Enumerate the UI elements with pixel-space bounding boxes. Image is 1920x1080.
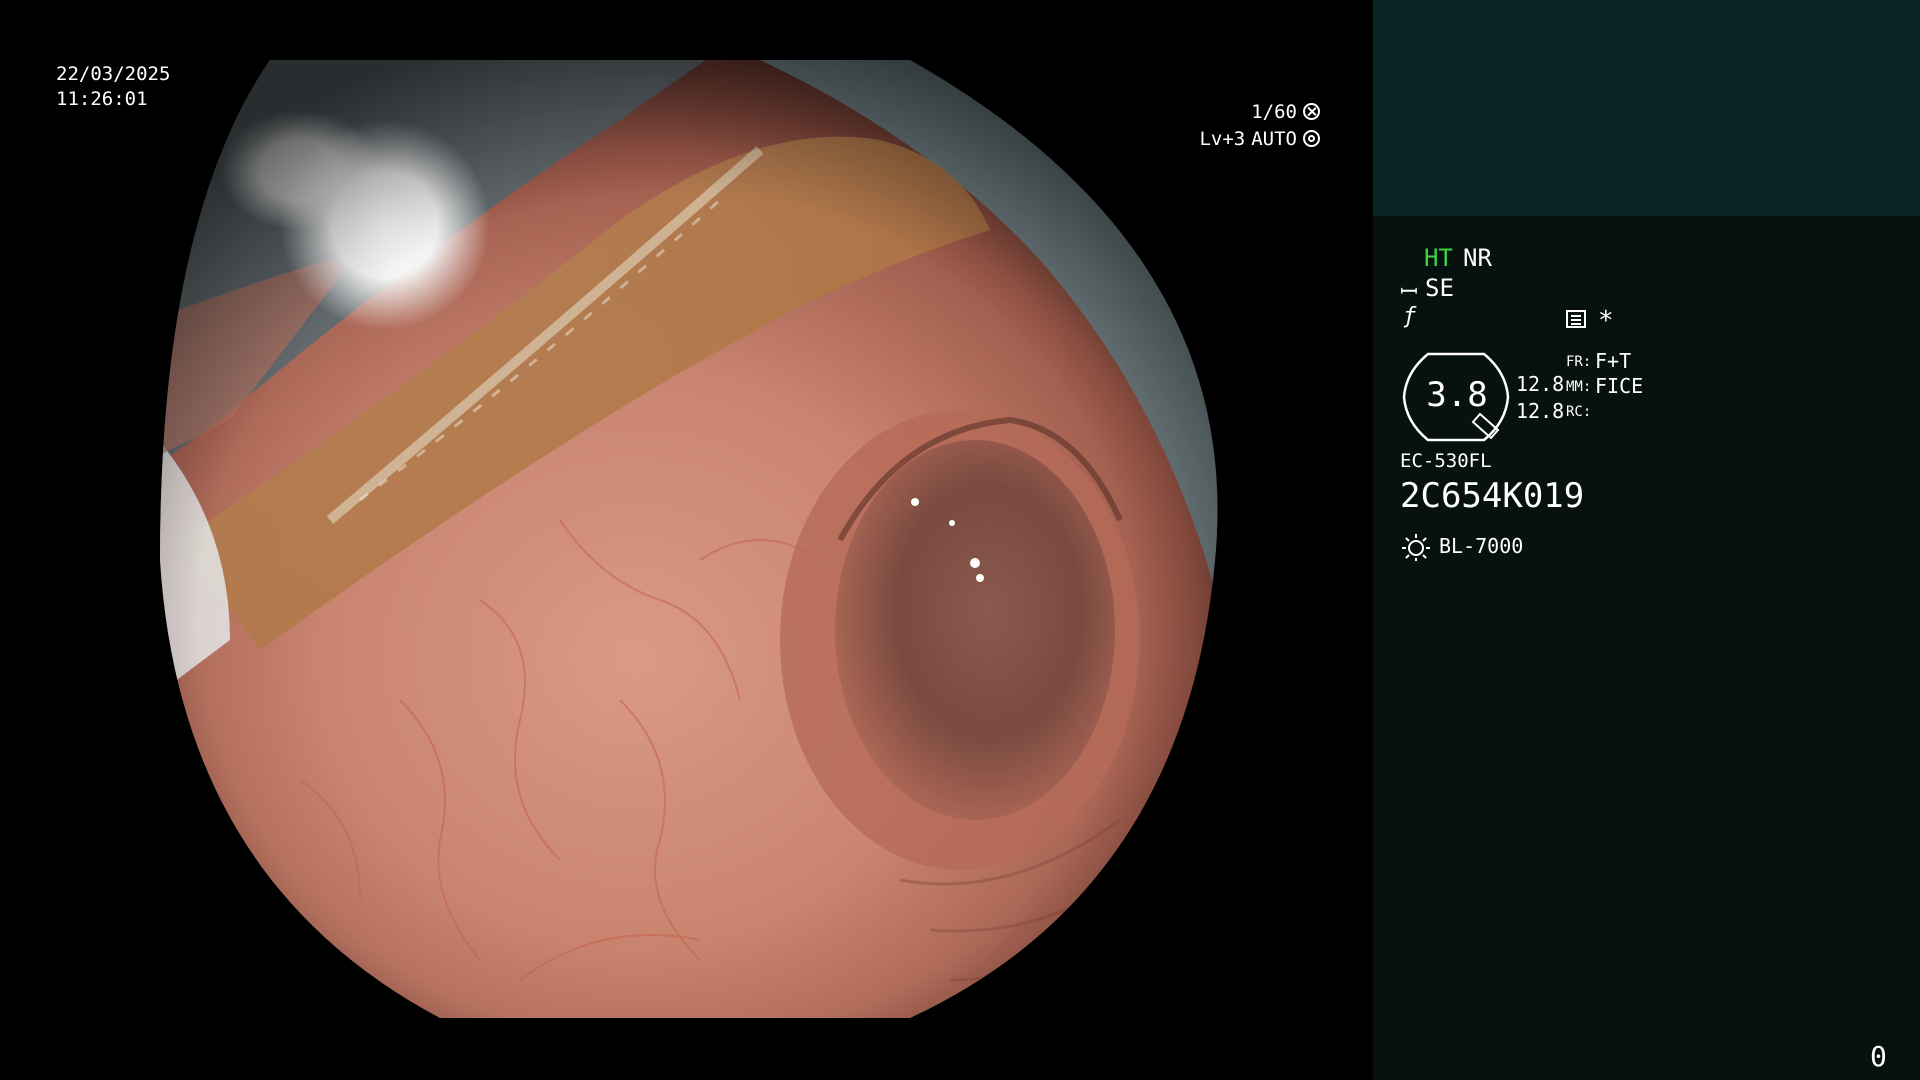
aperture-cross-icon — [1303, 103, 1320, 120]
status-panel: HT NR ꟷ SE ƒ * 3.8 12.8 12.8 FR: F+T MM:… — [1373, 0, 1920, 1080]
capture-time: 11:26:01 — [56, 88, 148, 110]
rc-label: RC: — [1566, 404, 1592, 420]
param-value-1: 12.8 — [1516, 372, 1565, 396]
image-counter: 0 — [1870, 1040, 1887, 1073]
nr-indicator: NR — [1463, 244, 1492, 272]
param-value-2: 12.8 — [1516, 399, 1565, 423]
status-panel-header — [1373, 0, 1920, 216]
sun-icon — [1402, 534, 1430, 561]
scope-serial: 2C654K019 — [1400, 476, 1585, 516]
capture-date: 22/03/2025 — [56, 63, 171, 85]
ht-indicator: HT — [1424, 244, 1453, 272]
zoom-value: 3.8 — [1426, 375, 1488, 415]
endoscope-view-area: 22/03/2025 11:26:01 1/60 Lv+3 AUTO — [0, 0, 1373, 1080]
mm-value: FICE — [1595, 374, 1644, 398]
fr-value: F+T — [1595, 349, 1632, 373]
endoscopic-image — [160, 60, 1218, 1018]
asterisk-indicator: * — [1598, 306, 1614, 336]
exposure-row: Lv+3 AUTO — [1150, 125, 1320, 152]
light-source-model: BL-7000 — [1439, 534, 1524, 558]
se-mode-icon: ꟷ — [1400, 280, 1418, 305]
exposure-readout: 1/60 Lv+3 AUTO — [1150, 98, 1320, 152]
shutter-row: 1/60 — [1150, 98, 1320, 125]
f-hook-icon: ƒ — [1403, 304, 1417, 329]
concentric-circle-icon — [1303, 130, 1320, 147]
brightness-level: Lv+3 — [1199, 127, 1246, 150]
se-indicator: SE — [1425, 274, 1454, 302]
fr-label: FR: — [1566, 354, 1592, 370]
shutter-speed: 1/60 — [1251, 100, 1297, 123]
exposure-mode: AUTO — [1251, 127, 1297, 150]
menu-list-icon — [1566, 310, 1586, 328]
scope-model: EC-530FL — [1400, 450, 1492, 472]
mm-label: MM: — [1566, 379, 1592, 395]
